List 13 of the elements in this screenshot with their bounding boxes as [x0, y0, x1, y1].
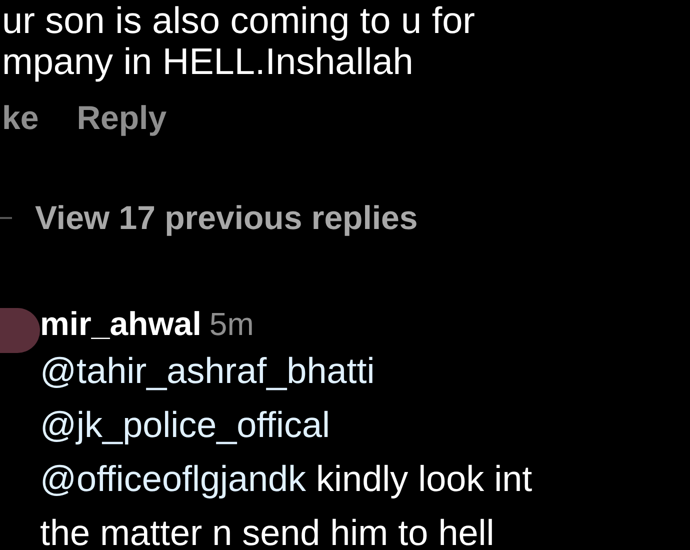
timestamp: 5m — [209, 305, 254, 344]
comment-text: mpany in HELL.Inshallah — [2, 41, 414, 82]
avatar[interactable] — [0, 308, 40, 353]
action-link[interactable]: ke — [2, 98, 39, 138]
mention-link[interactable]: @tahir_ashraf_bhatti — [40, 344, 375, 398]
mention-link[interactable]: @officeoflgjandk — [40, 452, 306, 506]
action-link[interactable]: Reply — [76, 98, 167, 138]
username[interactable]: mir_ahwal — [40, 304, 202, 344]
view-replies-link[interactable]: View 17 previous replies — [35, 198, 418, 238]
comment-text: ur son is also coming to u for — [2, 0, 475, 41]
comment-text: kindly look int — [315, 457, 532, 501]
mention-link[interactable]: @jk_police_offical — [40, 398, 330, 452]
comment-text: the matter n send him to hell — [40, 511, 494, 550]
